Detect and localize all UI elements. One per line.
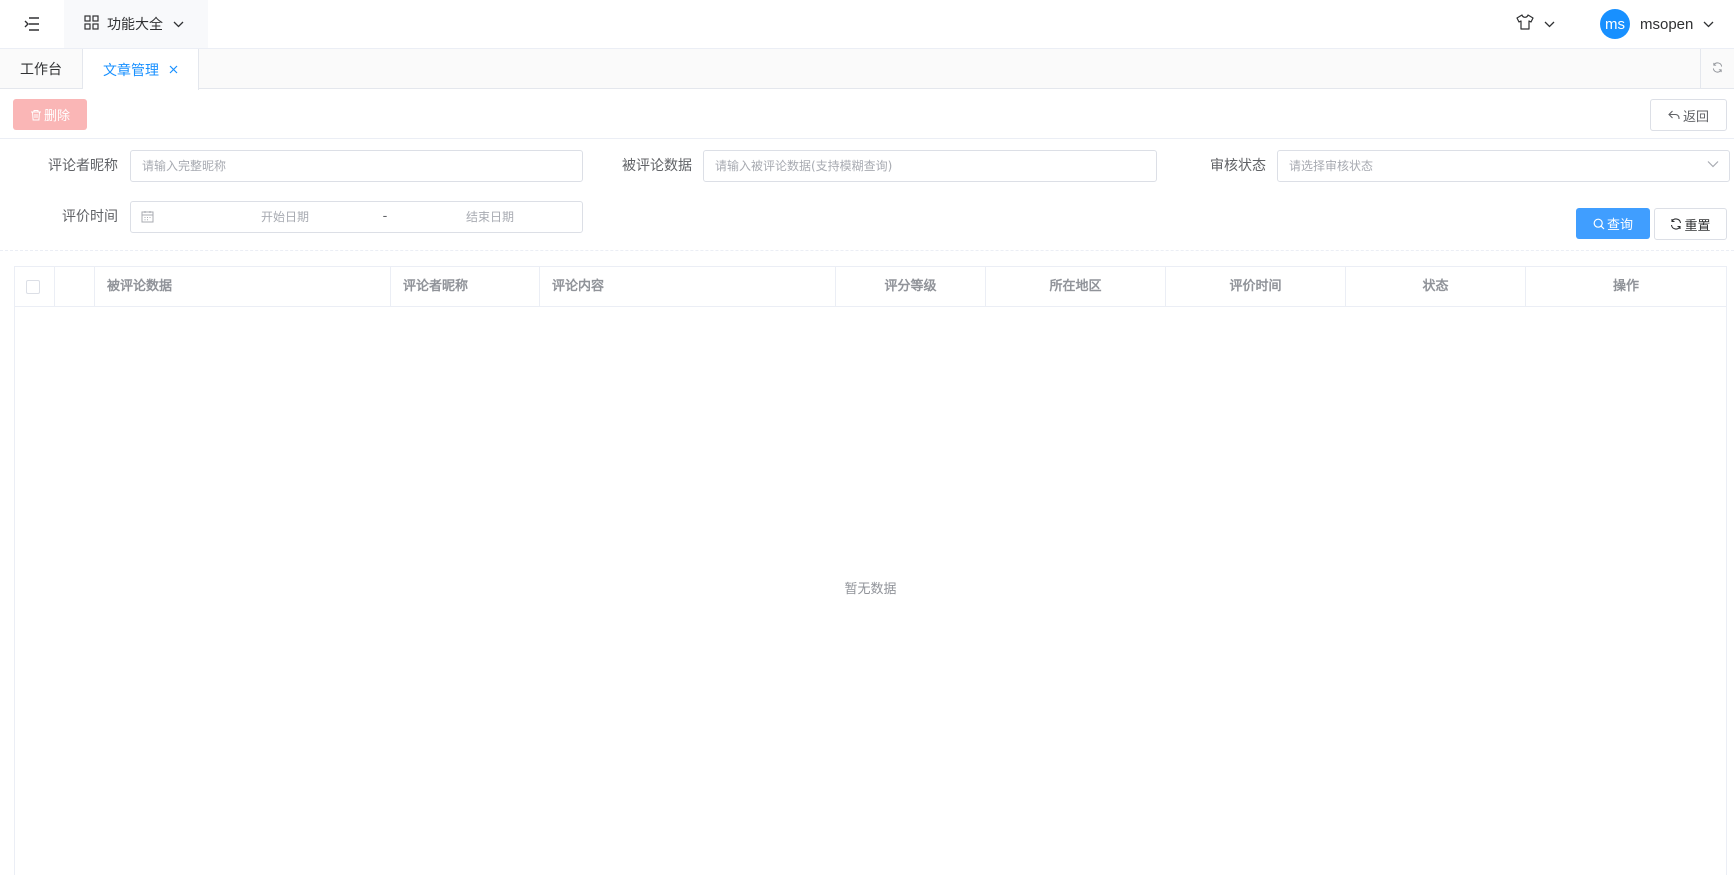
end-date-input[interactable]: 结束日期 <box>415 202 565 232</box>
refresh-icon <box>1712 61 1723 77</box>
delete-label: 删除 <box>43 109 70 124</box>
column-header-status[interactable]: 状态 <box>1346 267 1526 307</box>
tab-label: 工作台 <box>20 62 62 78</box>
divider <box>0 250 1734 251</box>
chevron-down-icon <box>1703 21 1714 28</box>
time-label: 评价时间 <box>62 209 118 225</box>
column-header-rating[interactable]: 评分等级 <box>836 267 986 307</box>
chevron-down-icon <box>1544 21 1555 28</box>
divider <box>0 138 1734 139</box>
nickname-label: 评论者昵称 <box>48 158 118 174</box>
column-header-target[interactable]: 被评论数据 <box>95 267 391 307</box>
delete-button[interactable]: 删除 <box>13 99 87 130</box>
column-header-nickname[interactable]: 评论者昵称 <box>391 267 540 307</box>
comments-table: 被评论数据 评论者昵称 评论内容 评分等级 所在地区 评价时间 状态 操作 暂无… <box>14 266 1727 875</box>
tab-label: 文章管理 <box>103 62 159 79</box>
back-icon <box>1668 110 1680 120</box>
select-all-cell <box>15 267 55 307</box>
empty-state: 暂无数据 <box>15 307 1726 867</box>
tab-workbench[interactable]: 工作台 <box>0 49 83 89</box>
column-header-time[interactable]: 评价时间 <box>1166 267 1346 307</box>
column-header-content[interactable]: 评论内容 <box>540 267 836 307</box>
status-select-input[interactable] <box>1289 151 1729 181</box>
calendar-icon <box>141 210 154 223</box>
table-header: 被评论数据 评论者昵称 评论内容 评分等级 所在地区 评价时间 状态 操作 <box>15 267 1726 307</box>
reset-button[interactable]: 重置 <box>1654 208 1727 240</box>
status-label: 审核状态 <box>1210 158 1266 174</box>
theme-switch-button[interactable] <box>1516 12 1564 36</box>
chevron-down-icon <box>173 21 184 28</box>
menu-switch[interactable]: 功能大全 <box>64 0 208 48</box>
start-date-input[interactable]: 开始日期 <box>215 202 355 232</box>
range-separator: - <box>382 209 388 224</box>
date-range-picker[interactable]: 开始日期 - 结束日期 <box>130 201 583 233</box>
back-label: 返回 <box>1682 109 1709 125</box>
target-label: 被评论数据 <box>622 158 692 174</box>
query-label: 查询 <box>1606 218 1633 233</box>
top-header: 功能大全 ms msopen <box>0 0 1734 48</box>
status-select[interactable] <box>1277 150 1730 182</box>
close-icon[interactable] <box>169 65 178 74</box>
username: msopen <box>1640 15 1694 33</box>
chevron-down-icon <box>1707 160 1719 168</box>
query-button[interactable]: 查询 <box>1576 208 1650 239</box>
collapse-menu-icon[interactable] <box>20 12 44 36</box>
expand-column-header <box>55 267 95 307</box>
user-menu[interactable]: ms msopen <box>1600 8 1714 40</box>
column-header-actions[interactable]: 操作 <box>1526 267 1726 307</box>
trash-icon <box>30 109 42 121</box>
nickname-field-wrapper <box>130 150 583 182</box>
back-button[interactable]: 返回 <box>1650 99 1727 131</box>
tab-article-management[interactable]: 文章管理 <box>83 49 199 90</box>
search-icon <box>1593 218 1605 230</box>
reset-label: 重置 <box>1684 218 1711 234</box>
tshirt-icon <box>1516 14 1534 34</box>
menu-switch-label: 功能大全 <box>107 17 163 33</box>
select-all-checkbox[interactable] <box>26 280 40 294</box>
avatar: ms <box>1600 9 1630 39</box>
tabs-bar: 工作台 文章管理 <box>0 48 1734 90</box>
target-input[interactable] <box>715 151 1156 181</box>
grid-icon <box>84 14 99 34</box>
column-header-region[interactable]: 所在地区 <box>986 267 1166 307</box>
refresh-icon <box>1670 218 1682 230</box>
target-field-wrapper <box>703 150 1157 182</box>
empty-text: 暂无数据 <box>844 581 897 597</box>
refresh-tab-button[interactable] <box>1700 49 1734 89</box>
nickname-input[interactable] <box>142 151 582 181</box>
